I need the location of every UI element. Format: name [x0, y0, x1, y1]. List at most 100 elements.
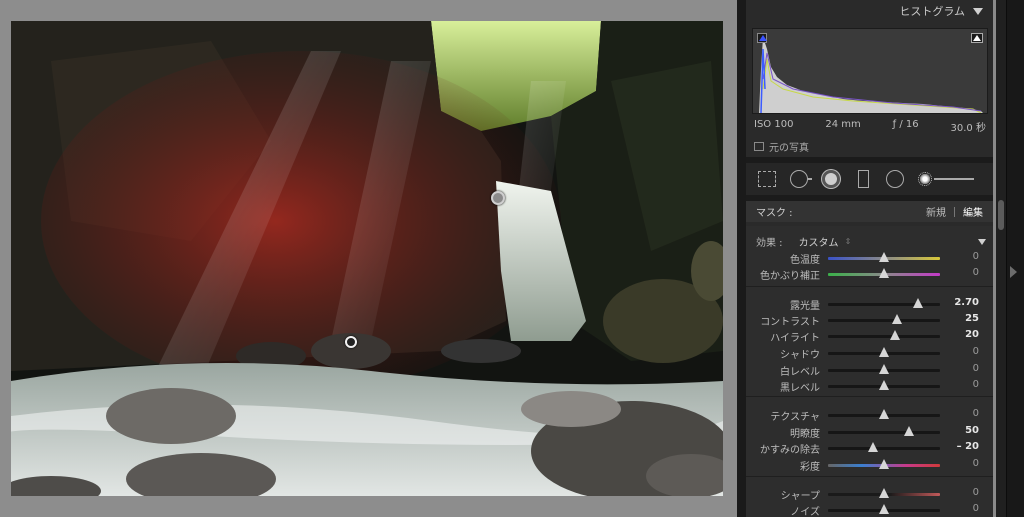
original-photo-checkbox[interactable]: [754, 142, 764, 151]
slider-value[interactable]: 2.70: [954, 297, 979, 308]
highlight-clipping-icon[interactable]: [971, 33, 983, 43]
crop-icon: [758, 171, 776, 187]
slider-track[interactable]: [828, 431, 940, 434]
adjustment-brush-icon: [918, 171, 974, 187]
slider-label: 色温度: [790, 255, 820, 266]
adjustment-brush-tool[interactable]: [916, 168, 976, 190]
slider-contrast: コントラスト 25: [746, 312, 993, 328]
slider-knob[interactable]: [879, 380, 889, 390]
slider-knob[interactable]: [879, 252, 889, 262]
slider-knob[interactable]: [879, 488, 889, 498]
slider-label: かすみの除去: [760, 445, 820, 456]
scrollbar-thumb[interactable]: [998, 200, 1004, 230]
slider-knob[interactable]: [912, 298, 923, 308]
slider-knob[interactable]: [879, 504, 889, 514]
photo-canvas: [0, 0, 737, 517]
slider-value[interactable]: 0: [973, 379, 979, 390]
mask-edit-button[interactable]: 編集: [963, 204, 983, 219]
slider-knob[interactable]: [903, 426, 914, 436]
red-eye-tool[interactable]: [820, 168, 842, 190]
panel-scrollbar[interactable]: [996, 0, 1006, 517]
slider-value[interactable]: 20: [965, 329, 979, 340]
focal-length: 24 mm: [825, 119, 861, 130]
spot-removal-tool[interactable]: [788, 168, 812, 190]
slider-exposure: 露光量 2.70: [746, 296, 993, 312]
updown-icon[interactable]: ⇕: [845, 237, 852, 246]
slider-track[interactable]: [828, 447, 940, 450]
right-edge-panel: [1006, 0, 1024, 517]
exif-info: ISO 100 24 mm ƒ / 16 30.0 秒: [754, 119, 986, 134]
slider-knob[interactable]: [890, 330, 901, 340]
slider-noise: ノイズ 0: [746, 502, 993, 517]
slider-value[interactable]: 0: [973, 487, 979, 498]
slider-value[interactable]: 0: [973, 346, 979, 357]
slider-value[interactable]: 0: [973, 251, 979, 262]
slider-label: シャドウ: [780, 350, 820, 361]
slider-value[interactable]: 50: [965, 425, 979, 436]
waterfall-photo: [11, 21, 723, 496]
effect-preset-select[interactable]: カスタム: [799, 234, 839, 249]
slider-value[interactable]: 0: [973, 458, 979, 469]
panel-divider: [737, 0, 746, 517]
original-photo-toggle[interactable]: 元の写真: [754, 139, 809, 154]
slider-label: ノイズ: [790, 507, 820, 517]
slider-clarity: 明瞭度 50: [746, 424, 993, 440]
crop-tool[interactable]: [756, 168, 778, 190]
mask-pin-selected[interactable]: [491, 191, 505, 205]
slider-sharpness: シャープ 0: [746, 486, 993, 502]
slider-temperature: 色温度 0: [746, 250, 993, 266]
slider-knob[interactable]: [879, 268, 889, 278]
graduated-filter-tool[interactable]: [852, 168, 874, 190]
slider-value[interactable]: 0: [973, 408, 979, 419]
slider-knob[interactable]: [879, 364, 889, 374]
mask-pin[interactable]: [345, 336, 357, 348]
collapse-triangle-icon[interactable]: [978, 238, 986, 245]
slider-value[interactable]: 0: [973, 363, 979, 374]
graduated-filter-icon: [857, 170, 869, 188]
slider-label: 明瞭度: [790, 429, 820, 440]
tool-strip: [746, 163, 993, 195]
slider-value[interactable]: 25: [965, 313, 979, 324]
slider-blacks: 黒レベル 0: [746, 378, 993, 394]
slider-whites: 白レベル 0: [746, 362, 993, 378]
group-separator: [746, 396, 993, 397]
slider-label: 黒レベル: [780, 383, 820, 394]
radial-filter-tool[interactable]: [884, 168, 906, 190]
photo-image[interactable]: [11, 21, 723, 496]
slider-knob[interactable]: [879, 409, 889, 419]
histogram-graph: [759, 37, 983, 113]
mask-new-button[interactable]: 新規: [926, 204, 946, 219]
histogram-header[interactable]: ヒストグラム: [746, 0, 993, 22]
mask-label: マスク :: [756, 208, 793, 219]
mask-row: マスク : 新規 編集: [746, 201, 993, 222]
slider-knob[interactable]: [879, 347, 889, 357]
shadow-clipping-icon[interactable]: [757, 33, 767, 43]
slider-label: 色かぶり補正: [760, 271, 820, 282]
slider-label: 露光量: [790, 301, 820, 312]
expand-right-icon[interactable]: [1010, 266, 1017, 278]
slider-knob[interactable]: [867, 442, 878, 452]
spot-removal-icon: [790, 170, 812, 188]
red-eye-icon: [822, 170, 840, 188]
histogram-title: ヒストグラム: [899, 5, 965, 18]
slider-track[interactable]: [828, 303, 940, 306]
histogram: [752, 28, 988, 114]
slider-track[interactable]: [828, 335, 940, 338]
slider-value[interactable]: 0: [973, 503, 979, 514]
collapse-triangle-icon[interactable]: [973, 7, 983, 15]
slider-label: コントラスト: [760, 317, 820, 328]
develop-panel: ヒストグラム ISO 100 24 mm ƒ / 16 30.0 秒 元の写真: [746, 0, 993, 517]
slider-saturation: 彩度 0: [746, 457, 993, 473]
slider-track[interactable]: [828, 319, 940, 322]
slider-value[interactable]: 0: [973, 267, 979, 278]
slider-knob[interactable]: [879, 459, 889, 469]
effect-row: 効果 : カスタム ⇕: [756, 234, 986, 249]
slider-label: テクスチャ: [770, 412, 820, 423]
slider-label: シャープ: [780, 491, 820, 502]
aperture: ƒ / 16: [892, 119, 919, 130]
original-photo-label: 元の写真: [769, 143, 809, 154]
slider-shadows: シャドウ 0: [746, 345, 993, 361]
slider-knob[interactable]: [892, 314, 903, 324]
slider-dehaze: かすみの除去 – 20: [746, 440, 993, 456]
slider-value[interactable]: – 20: [957, 441, 979, 452]
